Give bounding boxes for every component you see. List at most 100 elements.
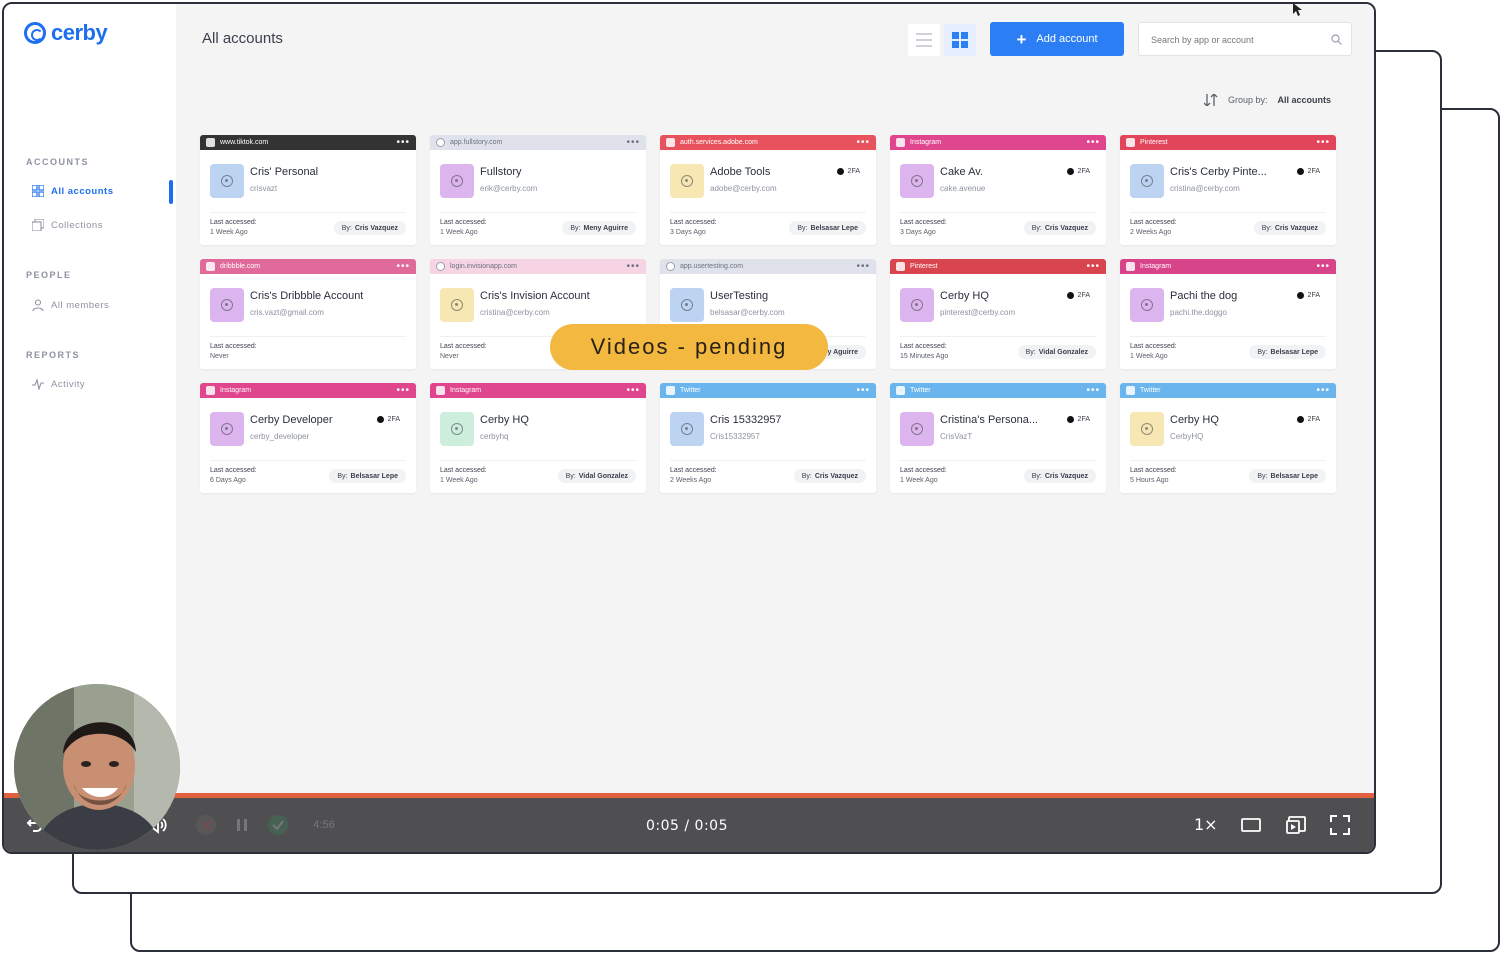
add-account-button[interactable]: + Add account	[990, 22, 1124, 56]
account-card[interactable]: auth.services.adobe.com ••• Adobe Tools ado…	[660, 135, 876, 245]
cerby-logo-icon	[24, 22, 46, 44]
confirm-recording-button[interactable]	[266, 813, 290, 837]
brand-name: cerby	[51, 20, 108, 45]
account-username: CrisVazT	[940, 432, 973, 441]
app-domain: login.invisionapp.com	[450, 263, 517, 270]
card-body: Cerby HQ pinterest@cerby.com 2FA	[890, 274, 1106, 334]
grid-icon	[952, 32, 968, 48]
account-avatar	[900, 164, 934, 198]
account-name: Cris's Cerby Pinte...	[1170, 166, 1267, 178]
account-placeholder-icon	[681, 175, 693, 187]
mouse-cursor-icon	[1293, 3, 1302, 16]
active-indicator	[169, 180, 173, 204]
card-footer: Last accessed: 2 Weeks Ago By: Cris Vazquez	[1130, 212, 1326, 237]
more-options-icon[interactable]: •••	[1316, 137, 1330, 148]
app-domain: Twitter	[1140, 387, 1161, 394]
account-card[interactable]: Instagram ••• Cerby Developer cerby_develop…	[200, 383, 416, 493]
more-options-icon[interactable]: •••	[856, 385, 870, 396]
plus-icon: +	[1016, 29, 1027, 49]
cerby-logo[interactable]: cerby	[24, 20, 108, 46]
webcam-bubble[interactable]	[14, 684, 180, 850]
more-options-icon[interactable]: •••	[1086, 137, 1100, 148]
group-by-control[interactable]: Group by: All accounts	[1204, 94, 1331, 106]
card-body: Cris' Personal crisvazt	[200, 150, 416, 210]
fullscreen-button[interactable]	[1328, 813, 1352, 837]
account-placeholder-icon	[221, 423, 233, 435]
last-accessed-label: Last accessed:	[1130, 219, 1177, 226]
account-card[interactable]: Pinterest ••• Cris's Cerby Pinte... cristin…	[1120, 135, 1336, 245]
account-card[interactable]: Twitter ••• Cerby HQ CerbyHQ 2FA Last accesse…	[1120, 383, 1336, 493]
more-options-icon[interactable]: •••	[1316, 385, 1330, 396]
app-domain: Twitter	[910, 387, 931, 394]
account-card[interactable]: app.fullstory.com ••• Fullstory erik@cerby.…	[430, 135, 646, 245]
account-avatar	[1130, 412, 1164, 446]
search-box[interactable]	[1138, 22, 1352, 56]
account-placeholder-icon	[451, 423, 463, 435]
player-controls: 5 5 4:56 0:05 / 0:05 1×	[4, 798, 1374, 852]
account-username: cristina@cerby.com	[480, 308, 550, 317]
card-footer: Last accessed: 3 Days Ago By: Cris Vazquez	[900, 212, 1096, 237]
list-view-button[interactable]	[908, 24, 940, 56]
account-card[interactable]: Twitter ••• Cristina's Persona... CrisVazT 2…	[890, 383, 1106, 493]
more-options-icon[interactable]: •••	[396, 137, 410, 148]
card-footer: Last accessed: 3 Days Ago By: Belsasar Lepe	[670, 212, 866, 237]
accessed-by-name: Belsasar Lepe	[350, 472, 398, 480]
accessed-by-pill: By: Cris Vazquez	[793, 469, 866, 483]
last-accessed-label: Last accessed:	[440, 467, 487, 474]
account-card[interactable]: Instagram ••• Cake Av. cake.avenue 2FA Last a…	[890, 135, 1106, 245]
more-options-icon[interactable]: •••	[1086, 261, 1100, 272]
sidebar-item-collections[interactable]: Collections	[32, 219, 103, 231]
account-name: Cerby HQ	[480, 414, 529, 426]
accessed-by-name: Vidal Gonzalez	[1038, 348, 1088, 356]
more-options-icon[interactable]: •••	[396, 261, 410, 272]
grid-view-button[interactable]	[944, 24, 976, 56]
account-username: belsasar@cerby.com	[710, 308, 785, 317]
theater-icon	[1241, 818, 1261, 832]
account-card[interactable]: Instagram ••• Cerby HQ cerbyhq Last accessed…	[430, 383, 646, 493]
two-factor-badge: 2FA	[1067, 168, 1090, 175]
app-domain: Instagram	[450, 387, 482, 394]
account-card[interactable]: Instagram ••• Pachi the dog pachi.the.doggo…	[1120, 259, 1336, 369]
account-name: Cris' Personal	[250, 166, 319, 178]
account-username: adobe@cerby.com	[710, 184, 777, 193]
accessed-by-name: Cris Vazquez	[814, 472, 858, 480]
sort-icon	[1204, 94, 1218, 106]
more-options-icon[interactable]: •••	[626, 137, 640, 148]
more-options-icon[interactable]: •••	[856, 137, 870, 148]
more-options-icon[interactable]: •••	[396, 385, 410, 396]
sidebar-item-activity[interactable]: Activity	[32, 378, 85, 390]
account-username: Cris15332957	[710, 432, 760, 441]
close-recording-button[interactable]	[194, 813, 218, 837]
account-username: cristina@cerby.com	[1170, 184, 1240, 193]
account-avatar	[440, 164, 474, 198]
account-card[interactable]: Twitter ••• Cris 15332957 Cris15332957 Last …	[660, 383, 876, 493]
playback-speed-button[interactable]: 1×	[1194, 815, 1218, 834]
account-card[interactable]: Pinterest ••• Cerby HQ pinterest@cerby.com 2…	[890, 259, 1106, 369]
sidebar-item-all-members[interactable]: All members	[32, 299, 109, 311]
by-prefix: By:	[1031, 472, 1042, 480]
account-avatar	[1130, 288, 1164, 322]
account-avatar	[440, 288, 474, 322]
app-favicon-icon	[206, 262, 215, 271]
by-prefix: By:	[797, 224, 808, 232]
more-options-icon[interactable]: •••	[1316, 261, 1330, 272]
by-prefix: By:	[801, 472, 812, 480]
accessed-by-pill: By: Belsasar Lepe	[1249, 469, 1326, 483]
card-body: Cake Av. cake.avenue 2FA	[890, 150, 1106, 210]
more-options-icon[interactable]: •••	[1086, 385, 1100, 396]
theater-mode-button[interactable]	[1239, 813, 1263, 837]
account-avatar	[670, 412, 704, 446]
more-options-icon[interactable]: •••	[626, 385, 640, 396]
app-favicon-icon	[1126, 262, 1135, 271]
account-card[interactable]: dribbble.com ••• Cris's Dribbble Account cr…	[200, 259, 416, 369]
sidebar-item-all-accounts[interactable]: All accounts	[32, 185, 114, 197]
accessed-by-pill: By: Cris Vazquez	[333, 221, 406, 235]
more-options-icon[interactable]: •••	[856, 261, 870, 272]
pause-recording-button[interactable]	[230, 813, 254, 837]
last-accessed-value: 15 Minutes Ago	[900, 353, 949, 360]
card-header: Pinterest •••	[1120, 135, 1336, 150]
more-options-icon[interactable]: •••	[626, 261, 640, 272]
account-card[interactable]: www.tiktok.com ••• Cris' Personal crisvazt L…	[200, 135, 416, 245]
picture-in-picture-button[interactable]	[1284, 813, 1308, 837]
search-input[interactable]	[1149, 34, 1333, 46]
